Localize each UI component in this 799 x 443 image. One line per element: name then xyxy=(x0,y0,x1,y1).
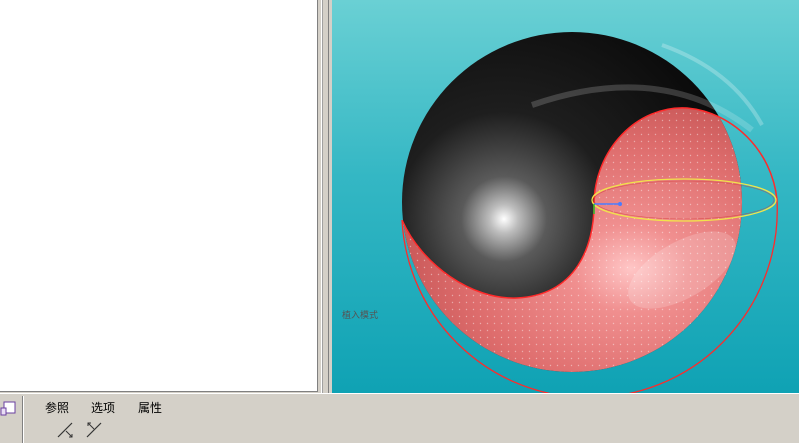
dashboard-divider xyxy=(22,396,23,443)
model-tree-panel[interactable] xyxy=(0,0,318,392)
model-render xyxy=(401,32,778,393)
tab-options[interactable]: 选项 xyxy=(91,399,115,416)
feature-dashboard: 参照 选项 属性 xyxy=(0,393,799,443)
arrow-up-left-icon[interactable] xyxy=(84,420,106,440)
arrow-down-right-icon[interactable] xyxy=(55,420,77,440)
panel-splitter[interactable] xyxy=(318,0,332,394)
feature-type-icon[interactable] xyxy=(0,400,18,418)
tab-properties[interactable]: 属性 xyxy=(138,399,162,416)
mode-label: 植入模式 xyxy=(342,311,379,321)
app-window: 植入模式 参照 选项 属性 xyxy=(0,0,799,443)
graphics-viewport[interactable]: 植入模式 xyxy=(332,0,799,393)
tab-references[interactable]: 参照 xyxy=(45,399,69,416)
